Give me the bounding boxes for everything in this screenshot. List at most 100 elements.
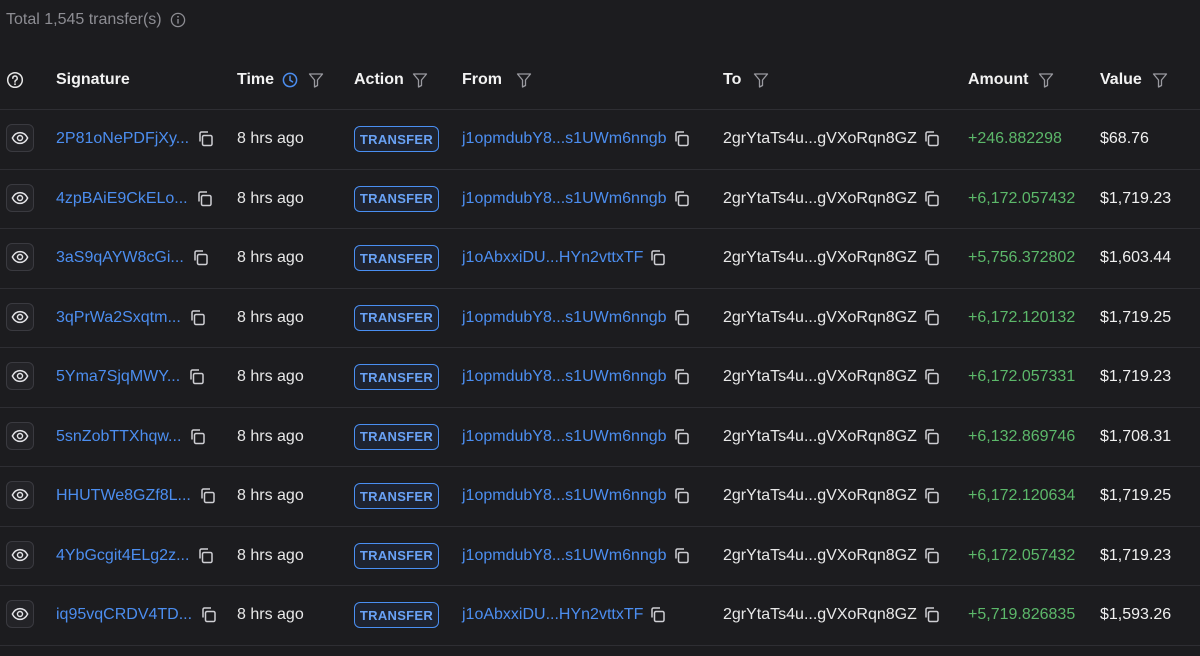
copy-icon[interactable] [673,487,691,505]
copy-icon[interactable] [192,249,210,267]
copy-icon[interactable] [649,606,667,624]
from-cell: j1opmdubY8...s1UWm6nngb [462,289,691,348]
signature-link[interactable]: iq95vqCRDV4TD... [56,606,192,624]
filter-icon[interactable] [516,72,532,88]
filter-icon[interactable] [1152,72,1168,88]
to-address-text[interactable]: 2grYtaTs4u...gVXoRqn8GZ [723,487,917,505]
time-cell: 8 hrs ago [237,467,304,526]
from-cell: j1opmdubY8...s1UWm6nngb [462,170,691,229]
to-address-text[interactable]: 2grYtaTs4u...gVXoRqn8GZ [723,130,917,148]
from-address-link[interactable]: j1opmdubY8...s1UWm6nngb [462,130,667,148]
view-cell [6,527,34,586]
to-address-text[interactable]: 2grYtaTs4u...gVXoRqn8GZ [723,190,917,208]
to-address-text[interactable]: 2grYtaTs4u...gVXoRqn8GZ [723,249,917,267]
action-cell: TRANSFER [354,408,439,467]
time-text: 8 hrs ago [237,308,304,326]
view-details-button[interactable] [6,243,34,272]
copy-icon[interactable] [923,190,941,208]
from-address-link[interactable]: j1opmdubY8...s1UWm6nngb [462,547,667,565]
copy-icon[interactable] [923,309,941,327]
signature-link[interactable]: 3qPrWa2Sxqtm... [56,309,181,327]
filter-icon[interactable] [753,72,769,88]
header-time-label: Time [237,70,275,88]
copy-icon[interactable] [188,368,206,386]
filter-icon[interactable] [1038,72,1054,88]
filter-icon[interactable] [308,72,324,88]
time-text: 8 hrs ago [237,368,304,386]
signature-link[interactable]: 5Yma7SjqMWY... [56,368,180,386]
copy-icon[interactable] [673,190,691,208]
time-cell: 8 hrs ago [237,527,304,586]
view-details-button[interactable] [6,421,34,450]
to-cell: 2grYtaTs4u...gVXoRqn8GZ [723,110,941,169]
to-address-text[interactable]: 2grYtaTs4u...gVXoRqn8GZ [723,428,917,446]
time-text: 8 hrs ago [237,130,304,148]
eye-icon [11,189,29,207]
amount-cell: +6,172.120634 [968,467,1075,526]
copy-icon[interactable] [197,130,215,148]
copy-icon[interactable] [923,606,941,624]
copy-icon[interactable] [923,368,941,386]
value-cell: $1,719.25 [1100,467,1171,526]
copy-icon[interactable] [923,428,941,446]
from-address-link[interactable]: j1opmdubY8...s1UWm6nngb [462,309,667,327]
from-address-link[interactable]: j1oAbxxiDU...HYn2vttxTF [462,606,643,624]
copy-icon[interactable] [673,309,691,327]
to-address-text[interactable]: 2grYtaTs4u...gVXoRqn8GZ [723,368,917,386]
copy-icon[interactable] [199,487,217,505]
signature-link[interactable]: 5snZobTTXhqw... [56,428,181,446]
copy-icon[interactable] [197,547,215,565]
signature-link[interactable]: 2P81oNePDFjXy... [56,130,189,148]
amount-cell: +6,172.057432 [968,527,1075,586]
clock-icon[interactable] [282,72,298,88]
eye-icon [11,367,29,385]
view-details-button[interactable] [6,183,34,212]
copy-icon[interactable] [189,428,207,446]
value-text: $1,719.25 [1100,487,1172,505]
copy-icon[interactable] [673,368,691,386]
to-address-text[interactable]: 2grYtaTs4u...gVXoRqn8GZ [723,309,917,327]
action-cell: TRANSFER [354,467,439,526]
copy-icon[interactable] [673,130,691,148]
view-details-button[interactable] [6,124,34,153]
signature-link[interactable]: HHUTWe8GZf8L... [56,487,191,505]
table-row: iq95vqCRDV4TD... 8 hrs ago TRANSFER j1oA… [0,586,1200,646]
copy-icon[interactable] [196,190,214,208]
copy-icon[interactable] [923,130,941,148]
question-circle-icon[interactable] [6,71,24,89]
time-cell: 8 hrs ago [237,348,304,407]
to-address-text[interactable]: 2grYtaTs4u...gVXoRqn8GZ [723,547,917,565]
value-cell: $1,603.44 [1100,229,1171,288]
header-to-label: To [723,70,742,88]
copy-icon[interactable] [673,428,691,446]
view-details-button[interactable] [6,481,34,510]
copy-icon[interactable] [649,249,667,267]
action-cell: TRANSFER [354,586,439,645]
from-address-link[interactable]: j1opmdubY8...s1UWm6nngb [462,190,667,208]
signature-link[interactable]: 4YbGcgit4ELg2z... [56,547,189,565]
amount-text: +5,756.372802 [968,249,1076,267]
view-details-button[interactable] [6,540,34,569]
from-address-link[interactable]: j1opmdubY8...s1UWm6nngb [462,487,667,505]
copy-icon[interactable] [200,606,218,624]
signature-link[interactable]: 4zpBAiE9CkELo... [56,190,188,208]
view-cell [6,348,34,407]
view-details-button[interactable] [6,362,34,391]
to-address-text[interactable]: 2grYtaTs4u...gVXoRqn8GZ [723,606,917,624]
value-text: $1,719.23 [1100,189,1172,207]
from-address-link[interactable]: j1opmdubY8...s1UWm6nngb [462,428,667,446]
time-text: 8 hrs ago [237,546,304,564]
copy-icon[interactable] [673,547,691,565]
copy-icon[interactable] [923,249,941,267]
amount-text: +246.882298 [968,130,1062,148]
info-icon[interactable] [170,12,186,28]
copy-icon[interactable] [189,309,207,327]
filter-icon[interactable] [412,72,428,88]
copy-icon[interactable] [923,487,941,505]
from-address-link[interactable]: j1opmdubY8...s1UWm6nngb [462,368,667,386]
from-address-link[interactable]: j1oAbxxiDU...HYn2vttxTF [462,249,643,267]
view-details-button[interactable] [6,600,34,629]
copy-icon[interactable] [923,547,941,565]
view-details-button[interactable] [6,302,34,331]
signature-link[interactable]: 3aS9qAYW8cGi... [56,249,184,267]
